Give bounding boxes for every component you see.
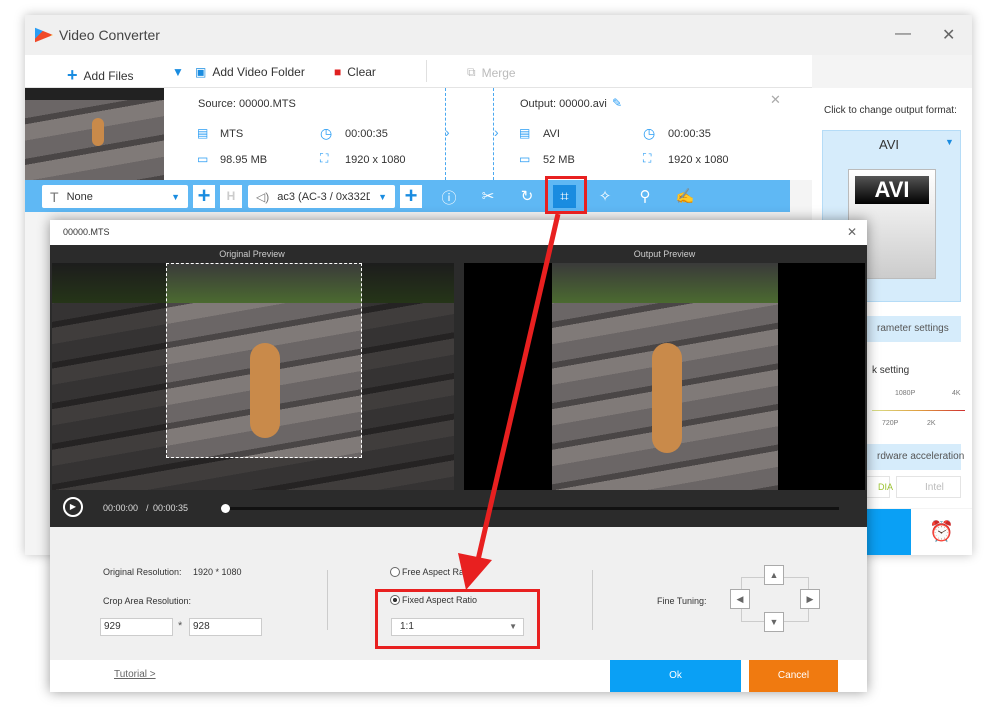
annotation-arrow xyxy=(458,213,561,590)
arrow-shaft xyxy=(475,213,561,561)
arrow-head xyxy=(458,553,492,590)
